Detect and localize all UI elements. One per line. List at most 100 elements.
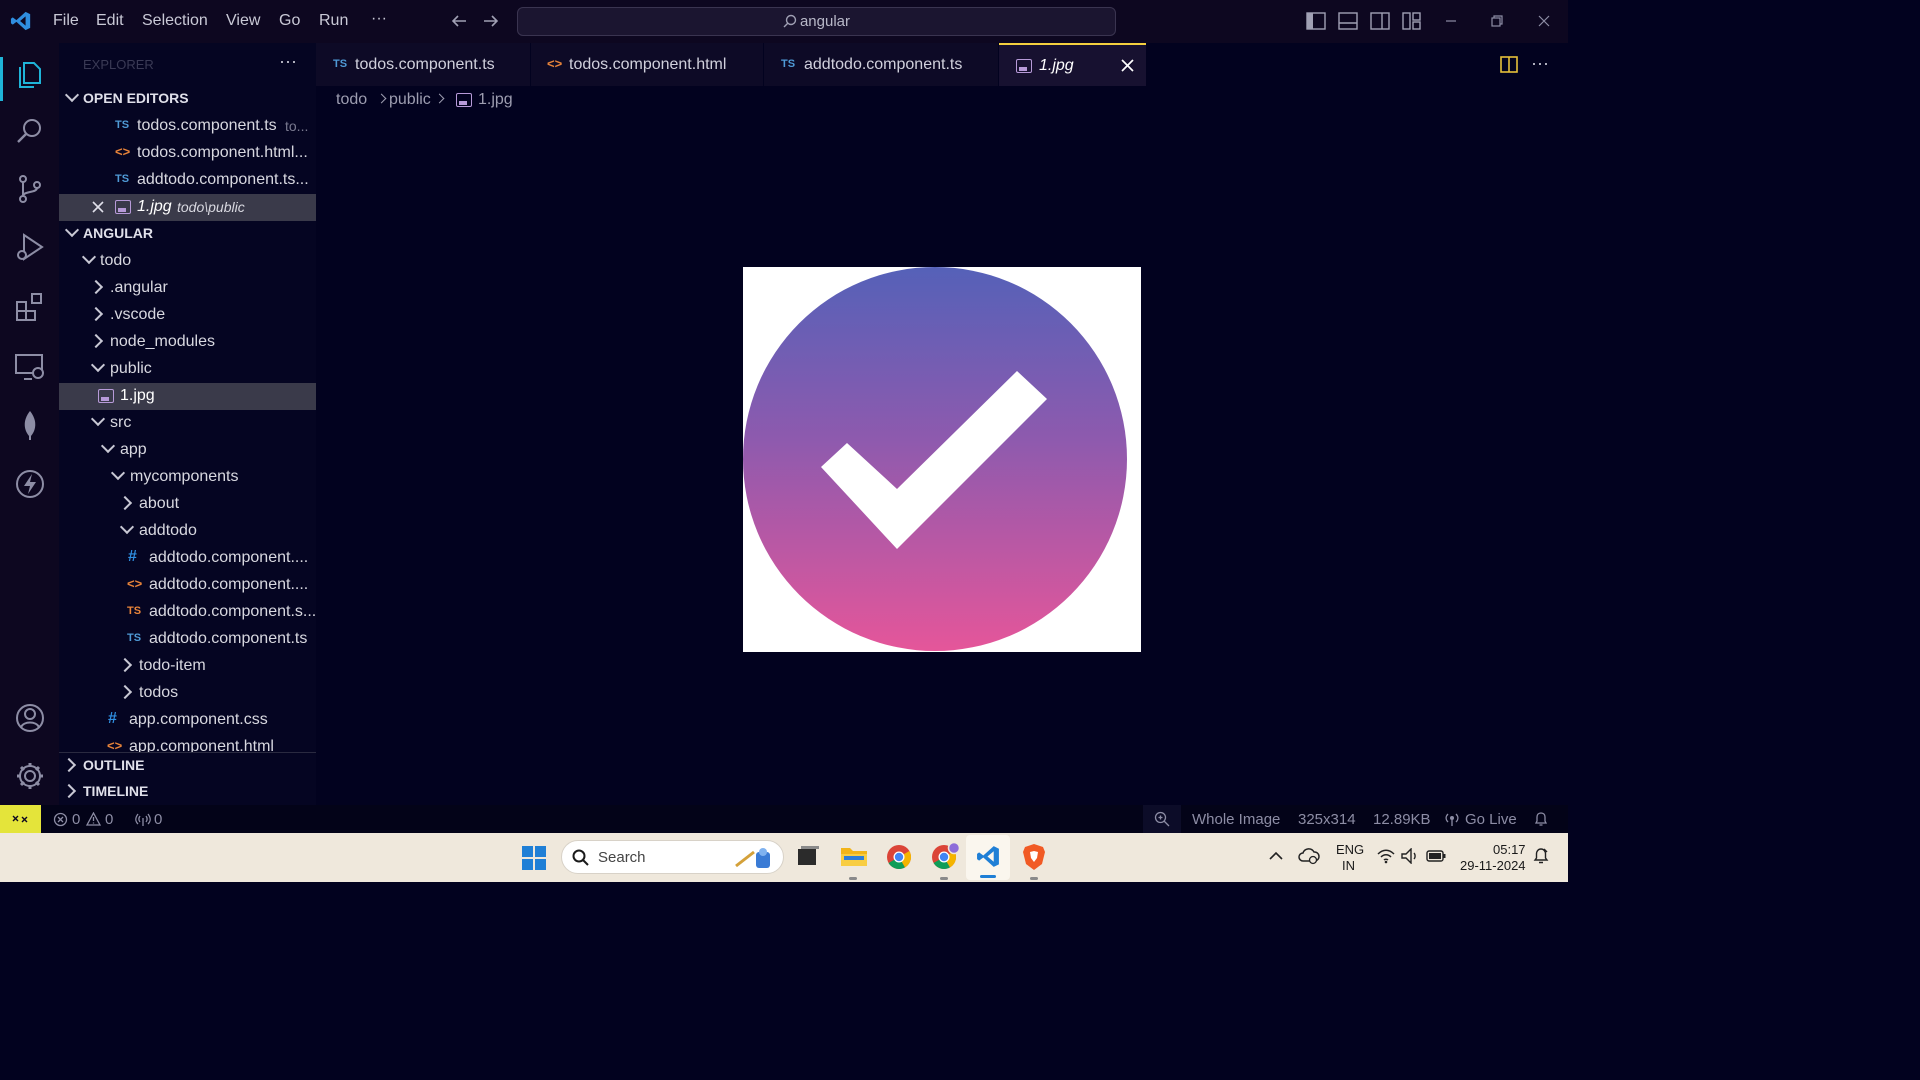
warning-count[interactable]: 0 bbox=[105, 811, 113, 828]
remote-explorer-icon[interactable] bbox=[14, 351, 46, 383]
tree-file[interactable]: TS addtodo.component.ts bbox=[59, 626, 316, 653]
region-indicator[interactable]: IN bbox=[1342, 858, 1355, 873]
tree-file[interactable]: # addtodo.component.... bbox=[59, 545, 316, 572]
tab-todos-component-html[interactable]: <> todos.component.html bbox=[531, 43, 763, 86]
tree-file[interactable]: <> app.component.html bbox=[59, 734, 316, 752]
menu-go[interactable]: Go bbox=[279, 12, 300, 30]
settings-gear-icon[interactable] bbox=[14, 760, 46, 792]
clock-time[interactable]: 05:17 bbox=[1493, 842, 1526, 857]
close-icon[interactable] bbox=[1121, 59, 1134, 72]
menu-edit[interactable]: Edit bbox=[96, 12, 124, 30]
breadcrumb-item[interactable]: public bbox=[389, 91, 431, 109]
editor-more-actions-button[interactable]: ··· bbox=[1531, 53, 1549, 74]
tree-folder[interactable]: src bbox=[59, 410, 316, 437]
error-count[interactable]: 0 bbox=[72, 811, 80, 828]
menu-selection[interactable]: Selection bbox=[142, 12, 208, 30]
go-live-button[interactable]: Go Live bbox=[1465, 811, 1517, 828]
open-editors-header[interactable]: OPEN EDITORS bbox=[59, 86, 316, 113]
task-view-icon[interactable] bbox=[796, 845, 820, 869]
run-debug-icon[interactable] bbox=[14, 231, 46, 263]
tree-label: about bbox=[139, 495, 180, 512]
chevron-up-icon[interactable] bbox=[1269, 851, 1283, 861]
chevron-right-icon bbox=[61, 783, 77, 799]
tree-file[interactable]: TS addtodo.component.s... bbox=[59, 599, 316, 626]
tree-file[interactable]: <> addtodo.component.... bbox=[59, 572, 316, 599]
timeline-header[interactable]: TIMELINE bbox=[59, 779, 316, 806]
volume-icon[interactable] bbox=[1401, 848, 1419, 864]
tree-folder[interactable]: addtodo bbox=[59, 518, 316, 545]
explorer-icon[interactable] bbox=[14, 57, 46, 89]
chrome-icon[interactable] bbox=[886, 844, 912, 870]
split-editor-icon[interactable] bbox=[1500, 56, 1518, 73]
wifi-icon[interactable] bbox=[1377, 848, 1395, 864]
chrome-profile-icon[interactable] bbox=[931, 842, 961, 872]
broadcast-icon bbox=[1445, 813, 1459, 826]
open-editor-item[interactable]: TS addtodo.component.ts... bbox=[59, 167, 316, 194]
menu-run[interactable]: Run bbox=[319, 12, 348, 30]
open-editor-item[interactable]: <> todos.component.html... bbox=[59, 140, 316, 167]
menu-view[interactable]: View bbox=[226, 12, 260, 30]
breadcrumb-item[interactable]: todo bbox=[336, 91, 367, 109]
timeline-label: TIMELINE bbox=[83, 783, 149, 799]
tree-folder[interactable]: node_modules bbox=[59, 329, 316, 356]
image-preview[interactable] bbox=[743, 267, 1141, 652]
battery-icon[interactable] bbox=[1426, 850, 1446, 862]
tree-folder[interactable]: about bbox=[59, 491, 316, 518]
account-icon[interactable] bbox=[14, 702, 46, 734]
workspace-header[interactable]: ANGULAR bbox=[59, 221, 316, 248]
forward-arrow-icon[interactable] bbox=[482, 12, 500, 30]
windows-start-icon[interactable] bbox=[522, 846, 546, 870]
open-editor-item-active[interactable]: 1.jpg todo\public bbox=[59, 194, 316, 221]
tree-folder[interactable]: todo bbox=[59, 248, 316, 275]
tree-folder[interactable]: todo-item bbox=[59, 653, 316, 680]
tree-folder[interactable]: .vscode bbox=[59, 302, 316, 329]
tree-folder[interactable]: mycomponents bbox=[59, 464, 316, 491]
restore-icon[interactable] bbox=[1490, 14, 1504, 28]
toggle-secondary-sidebar-icon[interactable] bbox=[1370, 12, 1390, 30]
notification-center-icon[interactable] bbox=[1533, 847, 1549, 865]
extensions-icon[interactable] bbox=[14, 291, 46, 323]
tab-todos-component-ts[interactable]: TS todos.component.ts bbox=[316, 43, 530, 86]
tree-file-selected[interactable]: 1.jpg bbox=[59, 383, 316, 410]
toggle-primary-sidebar-icon[interactable] bbox=[1306, 12, 1326, 30]
chevron-right-icon bbox=[88, 279, 104, 295]
tree-folder[interactable]: todos bbox=[59, 680, 316, 707]
toggle-panel-icon[interactable] bbox=[1338, 12, 1358, 30]
language-indicator[interactable]: ENG bbox=[1336, 842, 1364, 857]
notifications-bell-icon[interactable] bbox=[1534, 811, 1548, 827]
close-window-icon[interactable] bbox=[1537, 14, 1551, 28]
source-control-icon[interactable] bbox=[14, 173, 46, 205]
thunder-client-icon[interactable] bbox=[14, 468, 46, 500]
taskbar-search[interactable]: Search bbox=[561, 840, 784, 874]
close-icon[interactable] bbox=[92, 201, 104, 213]
remote-indicator-button[interactable] bbox=[0, 805, 41, 833]
search-icon[interactable] bbox=[14, 115, 46, 147]
file-explorer-icon[interactable] bbox=[840, 844, 868, 868]
minimize-icon[interactable] bbox=[1444, 14, 1458, 28]
clock-date[interactable]: 29-11-2024 bbox=[1460, 858, 1526, 873]
tab-1-jpg[interactable]: 1.jpg bbox=[999, 43, 1146, 86]
tab-addtodo-component-ts[interactable]: TS addtodo.component.ts bbox=[764, 43, 998, 86]
tree-folder[interactable]: public bbox=[59, 356, 316, 383]
zoom-level[interactable]: Whole Image bbox=[1192, 811, 1280, 828]
breadcrumb-item[interactable]: 1.jpg bbox=[478, 91, 513, 109]
outline-header[interactable]: OUTLINE bbox=[59, 752, 316, 780]
onedrive-sync-icon[interactable] bbox=[1298, 847, 1320, 865]
explorer-more-button[interactable]: ··· bbox=[279, 51, 297, 72]
tree-folder[interactable]: app bbox=[59, 437, 316, 464]
command-center-search[interactable]: angular bbox=[517, 7, 1116, 36]
menu-file[interactable]: File bbox=[53, 12, 79, 30]
customize-layout-icon[interactable] bbox=[1402, 12, 1422, 30]
image-file-icon bbox=[1016, 59, 1032, 73]
chevron-down-icon bbox=[110, 465, 126, 481]
tree-folder[interactable]: .angular bbox=[59, 275, 316, 302]
open-editor-item[interactable]: TS todos.component.ts to... bbox=[59, 113, 316, 140]
zoom-button[interactable] bbox=[1143, 805, 1181, 833]
vscode-taskbar-button[interactable] bbox=[966, 835, 1010, 880]
tree-file[interactable]: # app.component.css bbox=[59, 707, 316, 734]
menu-more[interactable]: ··· bbox=[371, 10, 387, 28]
mongodb-icon[interactable] bbox=[14, 409, 46, 441]
brave-browser-icon[interactable] bbox=[1022, 843, 1046, 871]
back-arrow-icon[interactable] bbox=[450, 12, 468, 30]
ports-count[interactable]: 0 bbox=[154, 811, 162, 828]
